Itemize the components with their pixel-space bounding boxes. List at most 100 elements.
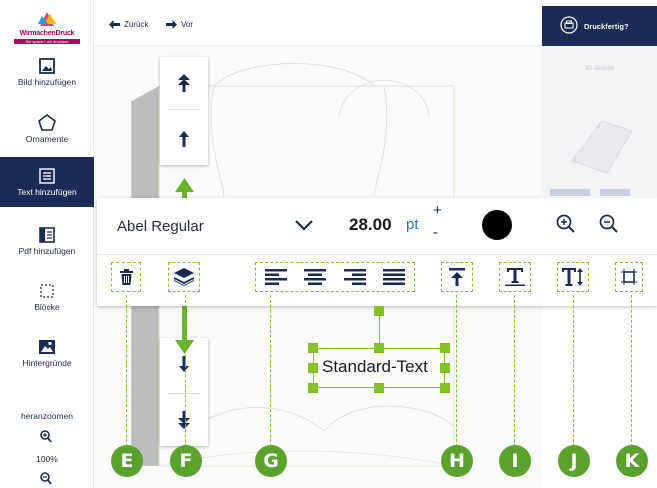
layers-button[interactable] [168, 262, 200, 292]
sidebar-item-hintergruende[interactable]: Hintergründe [0, 339, 94, 379]
zoom-label: heranzoomen [21, 411, 73, 421]
line-height-button[interactable] [557, 262, 589, 292]
alignment-group [255, 262, 415, 292]
leader-line-j [573, 295, 574, 447]
text-icon [39, 168, 55, 184]
sidebar-item-bloecke[interactable]: Blöcke [0, 283, 94, 323]
zoom-value: 100% [36, 454, 58, 464]
sidebar-item-pdf-hinzufuegen[interactable]: Pdf hinzufügen [0, 227, 94, 267]
delete-button[interactable] [111, 262, 141, 292]
resize-handle-top-right[interactable] [440, 343, 450, 353]
send-to-back-button[interactable] [160, 394, 208, 446]
line-height-icon [562, 268, 583, 286]
sidebar-item-bild-hinzufuegen[interactable]: Bild hinzufügen [0, 58, 94, 98]
align-top-icon [449, 268, 465, 286]
toolbar-divider [97, 254, 657, 255]
decrease-size-button[interactable]: - [433, 222, 442, 244]
leader-line-f [185, 295, 186, 447]
box-preview-icon [571, 120, 633, 174]
double-arrow-up-icon [178, 74, 190, 92]
layer-down-panel [160, 338, 208, 446]
logo-text: WirmachenDruck [19, 30, 75, 37]
resize-handle-top-left[interactable] [308, 343, 318, 353]
sidebar-item-label: Ornamente [25, 134, 69, 144]
vertical-align-button[interactable] [441, 262, 473, 292]
zoom-in-icon[interactable] [40, 430, 52, 443]
text-spacing-button[interactable] [499, 262, 531, 292]
text-box-button[interactable] [615, 262, 643, 292]
resize-handle-bottom[interactable] [374, 383, 384, 393]
back-arrow-icon [109, 20, 120, 29]
rotate-handle[interactable] [374, 306, 384, 316]
sidebar-item-label: Bild hinzufügen [17, 77, 77, 87]
sidebar-item-text-hinzufuegen[interactable]: Text hinzufügen [0, 157, 94, 207]
print-ready-button[interactable]: Druckfertig? [542, 6, 657, 46]
trash-icon [119, 269, 133, 285]
zoom-in-icon[interactable] [556, 214, 576, 234]
chevron-down-icon[interactable] [295, 220, 313, 231]
block-icon [40, 284, 54, 298]
arrow-down-icon [179, 356, 189, 372]
zoom-out-icon[interactable] [40, 472, 52, 485]
callout-k: K [616, 445, 648, 477]
forward-button[interactable]: Vor [166, 20, 193, 29]
sidebar-item-label: Blöcke [34, 302, 60, 312]
align-left-icon[interactable] [264, 269, 287, 285]
resize-handle-right[interactable] [440, 363, 450, 373]
callout-g: G [255, 445, 287, 477]
bring-to-front-button[interactable] [160, 57, 208, 109]
logo: WirmachenDruck Sie sparen, wir drucken! [8, 8, 86, 46]
leader-line-i [514, 295, 515, 447]
top-bar: Zurück Vor [94, 0, 542, 46]
text-element-value[interactable]: Standard-Text [322, 357, 428, 377]
sidebar: WirmachenDruck Sie sparen, wir drucken! … [0, 0, 94, 488]
pdf-icon [39, 227, 55, 243]
back-button[interactable]: Zurück [109, 20, 148, 29]
callout-f: F [170, 445, 202, 477]
increase-size-button[interactable]: + [433, 200, 442, 222]
sidebar-item-label: Pdf hinzufügen [18, 246, 76, 256]
forward-label: Vor [181, 20, 194, 29]
layer-up-panel [160, 57, 208, 165]
preview-tab-right[interactable] [600, 189, 630, 196]
font-size-stepper[interactable]: + - [433, 200, 442, 244]
guide-arrowhead-up-icon [175, 178, 194, 192]
print-ready-label: Druckfertig? [584, 22, 629, 31]
image-icon [39, 58, 55, 74]
bring-forward-button[interactable] [160, 113, 208, 165]
background-icon [39, 340, 55, 354]
resize-handle-bottom-left[interactable] [308, 383, 318, 393]
leader-line-k [631, 295, 632, 447]
align-justify-icon[interactable] [383, 269, 406, 285]
logo-tagline: Sie sparen, wir drucken! [14, 39, 80, 44]
resize-handle-top[interactable] [374, 343, 384, 353]
callout-h: H [441, 445, 473, 477]
callout-e: E [111, 445, 143, 477]
logo-icon [38, 12, 56, 26]
divider [168, 109, 200, 110]
sidebar-item-ornamente[interactable]: Ornamente [0, 114, 94, 154]
text-spacing-icon [505, 268, 525, 286]
leader-line-e [126, 295, 127, 447]
font-family-select[interactable]: Abel Regular [117, 218, 204, 235]
align-center-icon[interactable] [304, 269, 327, 285]
leader-line-h [456, 295, 457, 447]
zoom-out-icon[interactable] [599, 214, 619, 234]
forward-arrow-icon [166, 20, 177, 29]
resize-handle-bottom-right[interactable] [440, 383, 450, 393]
layers-icon [174, 268, 194, 286]
font-size-unit: pt [406, 216, 419, 233]
align-right-icon[interactable] [343, 269, 366, 285]
preview-tab-left[interactable] [550, 189, 590, 196]
printer-icon [560, 16, 578, 34]
sidebar-item-label: Hintergründe [22, 358, 72, 368]
back-label: Zurück [124, 20, 149, 29]
text-color-swatch[interactable] [482, 210, 512, 240]
preview-panel: 3D-Ansicht [542, 46, 657, 196]
callout-i: I [499, 445, 531, 477]
font-size-value[interactable]: 28.00 [349, 215, 392, 235]
double-arrow-down-icon [178, 411, 190, 429]
pentagon-icon [38, 114, 56, 131]
resize-handle-left[interactable] [308, 363, 318, 373]
text-box-icon [621, 269, 637, 285]
